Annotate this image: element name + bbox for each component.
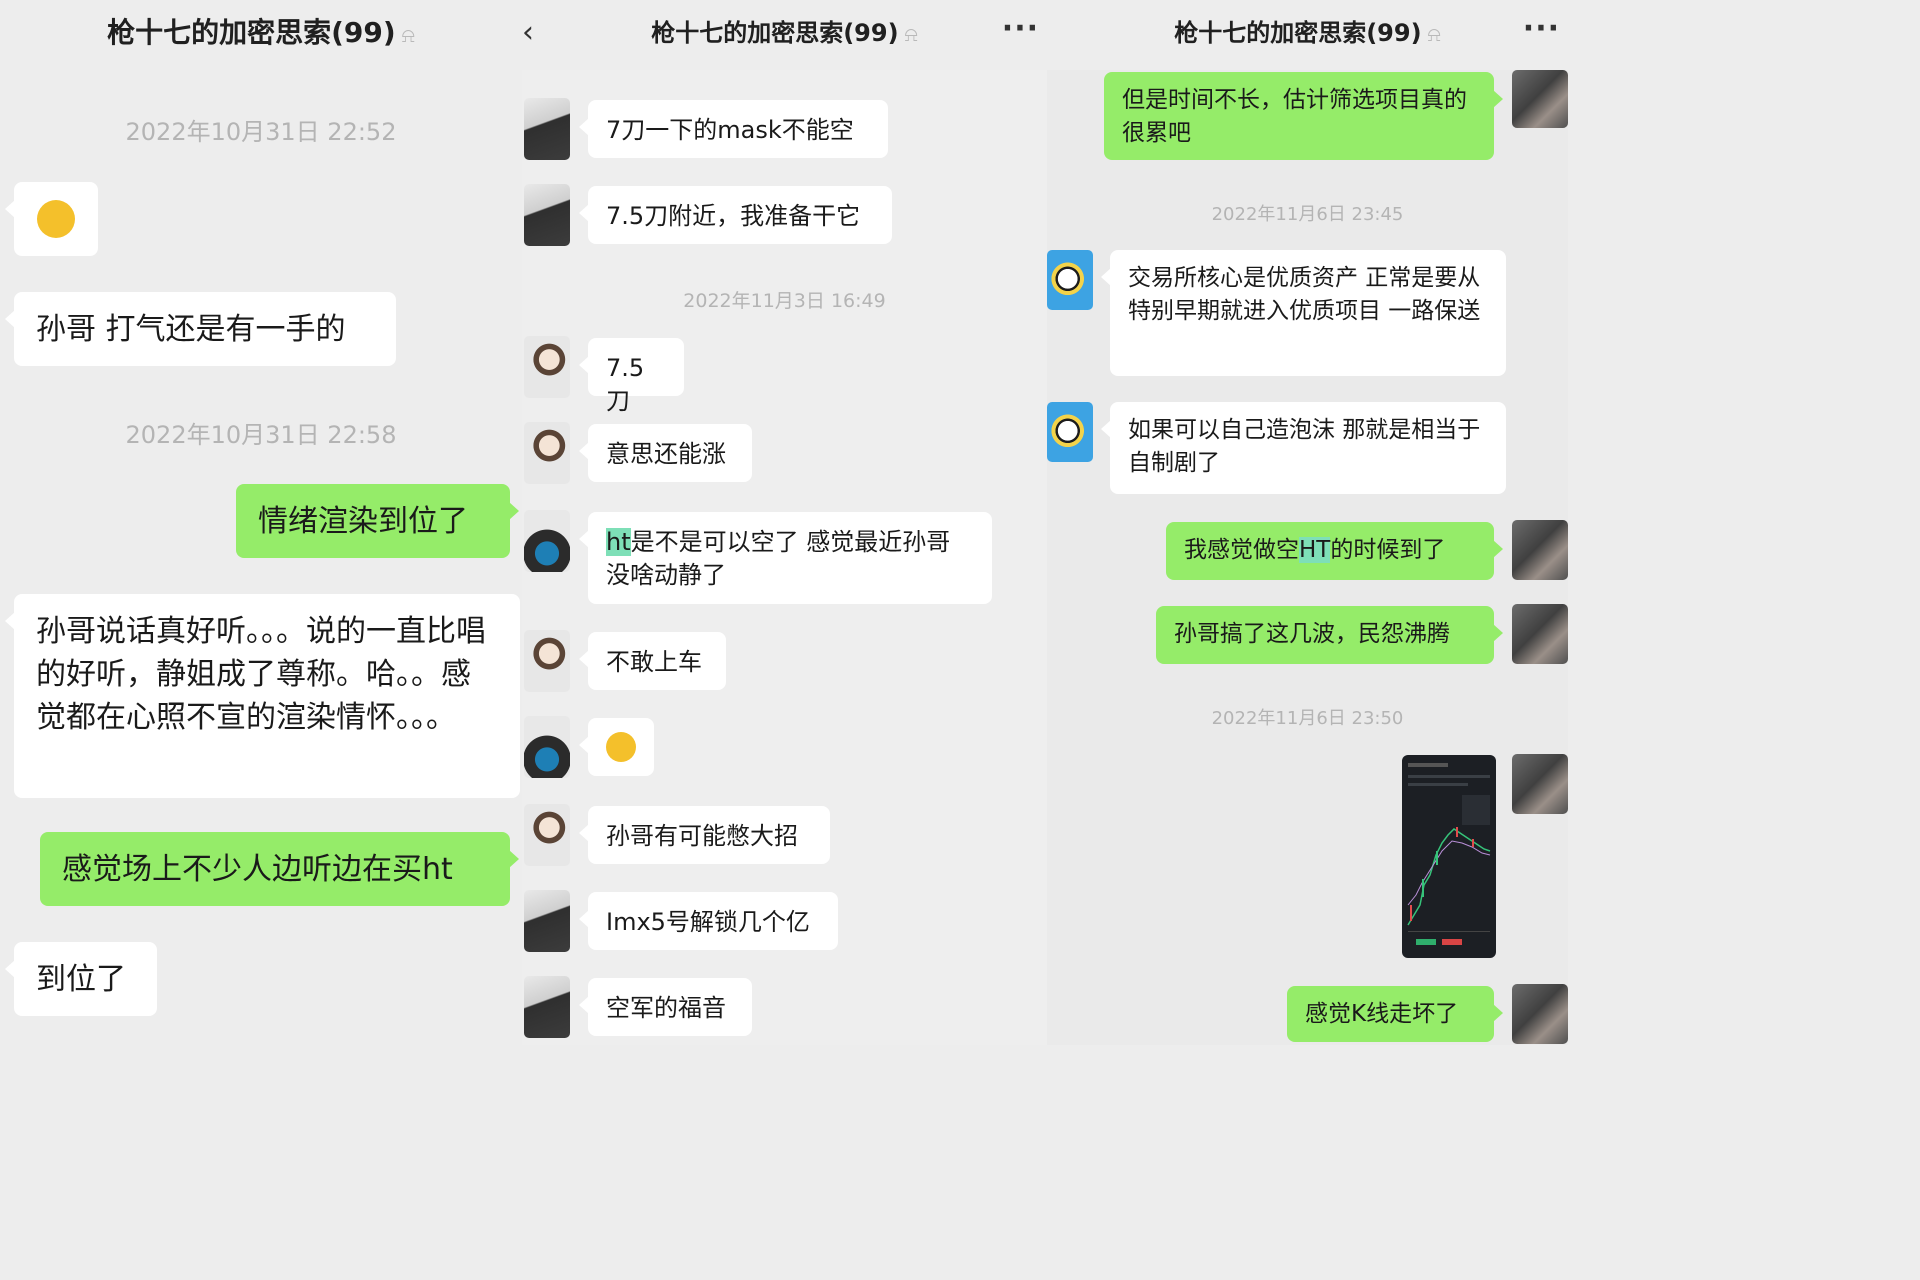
avatar[interactable] (524, 510, 570, 572)
message-text: 是不是可以空了 感觉最近孙哥没啥动静了 (606, 528, 951, 589)
message-bubble[interactable]: 交易所核心是优质资产 正常是要从特别早期就进入优质项目 一路保送 (1101, 250, 1506, 376)
message-bubble-emoji[interactable] (579, 718, 654, 776)
avatar-self[interactable] (1512, 984, 1568, 1044)
avatar-self[interactable] (1512, 604, 1568, 664)
timestamp: 2022年10月31日 22:58 (125, 421, 397, 449)
avatar[interactable] (524, 98, 570, 160)
avatar[interactable] (524, 336, 570, 398)
avatar[interactable] (524, 630, 570, 692)
avatar-self[interactable] (1512, 70, 1568, 128)
message-bubble-sent[interactable]: 孙哥搞了这几波，民怨沸腾 (1156, 606, 1503, 664)
crying-laughing-emoji-icon (37, 200, 75, 238)
shocked-emoji-icon (606, 732, 636, 762)
timestamp: 2022年11月6日 23:45 (1211, 204, 1404, 225)
avatar-self[interactable] (1512, 520, 1568, 580)
chat-title: 枪十七的加密思索(99) (1174, 19, 1422, 47)
message-bubble[interactable]: Imx5号解锁几个亿 (579, 892, 838, 950)
mute-bell-icon: ⍾ (401, 23, 415, 47)
highlight-ht: ht (606, 528, 631, 556)
mute-bell-icon: ⍾ (1427, 22, 1441, 46)
message-bubble-emoji[interactable] (5, 182, 98, 256)
kline-chart-thumbnail-icon (1407, 763, 1491, 945)
message-bubble[interactable]: 7刀一下的mask不能空 (579, 100, 888, 158)
message-bubble[interactable]: 孙哥说话真好听。。。说的一直比唱的好听，静姐成了尊称。哈。。感觉都在心照不宣的渲… (5, 594, 520, 798)
chat-header: 枪十七的加密思索(99) ⍾ ··· (1047, 0, 1568, 70)
message-bubble-sent[interactable]: 感觉场上不少人边听边在买ht (40, 832, 519, 906)
highlight-ht: HT (1299, 537, 1331, 563)
message-bubble[interactable]: 如果可以自己造泡沫 那就是相当于 自制剧了 (1101, 402, 1506, 494)
mute-bell-icon: ⍾ (904, 22, 918, 46)
message-bubble[interactable]: 意思还能涨 (579, 424, 752, 482)
timestamp: 2022年11月3日 16:49 (683, 290, 886, 312)
message-bubble-sent[interactable]: 但是时间不长，估计筛选项目真的很累吧 (1104, 72, 1503, 160)
avatar[interactable] (524, 804, 570, 866)
chat-header: 枪十七的加密思索(99) ⍾ (0, 0, 522, 70)
avatar[interactable] (524, 976, 570, 1038)
message-bubble[interactable]: 7.5刀附近，我准备干它 (579, 186, 892, 244)
message-bubble[interactable]: 孙哥 打气还是有一手的 (5, 292, 396, 366)
message-bubble-sent[interactable]: 情绪渲染到位了 (236, 484, 519, 558)
message-bubble-sent[interactable]: 感觉K线走坏了 (1287, 986, 1503, 1042)
avatar[interactable] (1047, 402, 1093, 462)
more-options-icon[interactable]: ··· (1523, 0, 1560, 62)
avatar[interactable] (1047, 250, 1093, 310)
timestamp: 2022年10月31日 22:52 (125, 118, 397, 146)
message-text: 的时候到了 (1330, 537, 1446, 563)
chat-panel-3: 枪十七的加密思索(99) ⍾ ··· 但是时间不长，估计筛选项目真的很累吧 202… (1047, 0, 1568, 1045)
avatar[interactable] (524, 184, 570, 246)
message-bubble[interactable]: 7.5刀 (579, 338, 684, 415)
message-bubble[interactable]: 到位了 (5, 942, 157, 1016)
message-bubble[interactable]: 空军的福音 (579, 978, 752, 1036)
timestamp: 2022年11月6日 23:50 (1211, 708, 1404, 729)
message-bubble[interactable]: 孙哥有可能憋大招 (579, 806, 830, 864)
message-text: 我感觉做空 (1184, 537, 1299, 563)
chat-title: 枪十七的加密思索(99) (107, 16, 396, 49)
message-bubble-sent[interactable]: 我感觉做空HT的时候到了 (1166, 522, 1503, 580)
chat-panel-1: 枪十七的加密思索(99) ⍾ 2022年10月31日 22:52 孙哥 打气还是有… (0, 0, 522, 1045)
message-bubble[interactable]: 不敢上车 (579, 632, 726, 690)
kline-screenshot-image[interactable] (1402, 755, 1496, 958)
more-options-icon[interactable]: ··· (1002, 0, 1039, 62)
avatar-self[interactable] (1512, 754, 1568, 814)
avatar[interactable] (524, 716, 570, 778)
message-bubble[interactable]: ht是不是可以空了 感觉最近孙哥没啥动静了 (579, 512, 992, 604)
chat-title: 枪十七的加密思索(99) (651, 19, 899, 47)
chat-panel-2: ‹ 枪十七的加密思索(99) ⍾ ··· 7刀一下的mask不能空 7.5刀附近，… (522, 0, 1047, 1045)
avatar[interactable] (524, 890, 570, 952)
back-chevron-icon[interactable]: ‹ (522, 0, 534, 66)
chat-header: ‹ 枪十七的加密思索(99) ⍾ ··· (522, 0, 1047, 70)
avatar[interactable] (524, 422, 570, 484)
